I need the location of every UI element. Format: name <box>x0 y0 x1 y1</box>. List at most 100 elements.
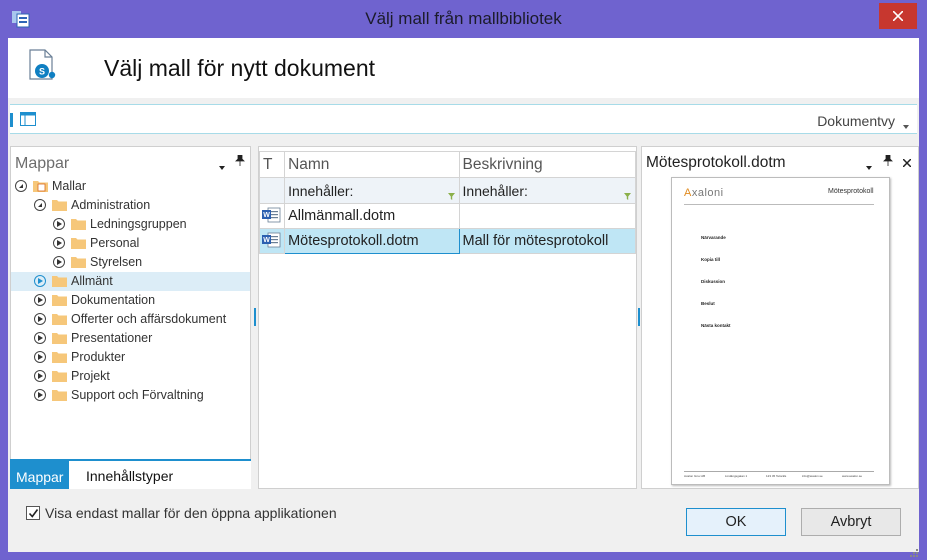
tree-item-label: Mallar <box>52 179 87 193</box>
table-row[interactable]: W Allmänmall.dotm <box>258 203 637 229</box>
tree-item[interactable]: Personal <box>11 234 250 253</box>
filter-cell-type <box>258 177 286 204</box>
cancel-button[interactable]: Avbryt <box>801 508 901 536</box>
ok-button[interactable]: OK <box>686 508 786 536</box>
tree-item-label: Produkter <box>71 350 126 364</box>
pin-icon[interactable] <box>235 154 245 169</box>
preview-footer-text: Axalon Gruv AB <box>684 474 706 478</box>
column-header-name[interactable]: Namn <box>284 151 460 178</box>
pin-icon[interactable] <box>883 154 893 169</box>
tree-item[interactable]: Allmänt <box>11 272 250 291</box>
template-description-cell[interactable] <box>458 203 637 229</box>
expand-icon[interactable] <box>53 237 65 249</box>
filter-icon[interactable] <box>447 187 455 203</box>
expand-icon[interactable] <box>53 218 65 230</box>
templates-grid: T Namn Beskrivning Innehåller: Innehålle… <box>258 151 637 254</box>
preview-footer-text: 123 45 Teloräls <box>766 474 787 478</box>
splitter-handle-right[interactable] <box>638 308 640 326</box>
expand-icon[interactable] <box>34 313 46 325</box>
svg-text:S: S <box>39 67 45 77</box>
splitter-handle-left[interactable] <box>254 308 256 326</box>
tree-item[interactable]: Dokumentation <box>11 291 250 310</box>
folder-icon <box>52 199 67 211</box>
tree-item-label: Presentationer <box>71 331 153 345</box>
column-header-type[interactable]: T <box>258 151 286 178</box>
templates-grid-panel: T Namn Beskrivning Innehåller: Innehålle… <box>258 146 637 489</box>
column-header-description[interactable]: Beskrivning <box>458 151 637 178</box>
resize-grip-icon[interactable] <box>910 545 918 560</box>
word-template-icon: W <box>262 232 281 247</box>
tree-item[interactable]: Presentationer <box>11 329 250 348</box>
tree-item[interactable]: Produkter <box>11 348 250 367</box>
filter-icon[interactable] <box>624 187 631 203</box>
tree-item[interactable]: Offerter och affärsdokument <box>11 310 250 329</box>
tree-item-label: Allmänt <box>71 274 113 288</box>
chevron-down-icon[interactable] <box>903 117 909 132</box>
tree-item[interactable]: Ledningsgruppen <box>11 215 250 234</box>
collapse-icon[interactable] <box>15 180 27 192</box>
checkmark-icon <box>28 509 39 518</box>
window-title: Välj mall från mallbibliotek <box>365 9 562 28</box>
folder-icon <box>52 370 67 382</box>
tree-item-label: Projekt <box>71 369 110 383</box>
table-row[interactable]: W Mötesprotokoll.dotm Mall för mötesprotok… <box>258 228 637 254</box>
folder-icon <box>71 237 86 249</box>
layout-toggle-icon[interactable] <box>20 112 36 129</box>
tree-item[interactable]: Styrelsen <box>11 253 250 272</box>
filter-cell-name[interactable]: Innehåller: <box>284 177 460 204</box>
folder-icon <box>52 313 67 325</box>
preview-footer-text: www.axalon.se <box>842 474 863 478</box>
template-name-cell[interactable]: Allmänmall.dotm <box>284 203 460 229</box>
tree-item[interactable]: Projekt <box>11 367 250 386</box>
folders-panel-title: Mappar <box>15 155 70 172</box>
document-view-dropdown[interactable]: Dokumentvy <box>817 113 895 129</box>
close-button[interactable] <box>879 3 917 29</box>
expand-icon[interactable] <box>34 351 46 363</box>
tree-item[interactable]: Administration <box>11 196 250 215</box>
template-name-cell[interactable]: Mötesprotokoll.dotm <box>284 228 460 254</box>
panel-menu-icon[interactable] <box>866 158 872 173</box>
preview-doc-title: Mötesprotokoll <box>828 188 874 195</box>
dialog-footer: Visa endast mallar för den öppna applika… <box>8 490 919 557</box>
tab-folders[interactable]: Mappar <box>10 461 70 489</box>
page-title: Välj mall för nytt dokument <box>104 55 376 81</box>
expand-icon[interactable] <box>34 294 46 306</box>
tree-item[interactable]: Mallar <box>11 177 250 196</box>
filter-cell-description[interactable]: Innehåller: <box>458 177 637 204</box>
folder-tree: Mallar Administration Ledningsgruppen Perso… <box>11 177 250 405</box>
left-panel-tabs: Mappar Innehållstyper <box>10 459 251 489</box>
collapse-icon[interactable] <box>34 199 46 211</box>
preview-section-heading: Nästa kontakt <box>701 323 731 328</box>
preview-header-line <box>684 204 874 205</box>
dialog-client-area: S Välj mall för nytt dokument Dokumentvy <box>8 38 919 557</box>
preview-panel: Mötesprotokoll.dotm Axaloni Mötesprotoko… <box>641 146 919 489</box>
document-preview-page: Axaloni Mötesprotokoll Närvarande Kopia t… <box>671 177 890 485</box>
logo-text: xaloni <box>691 187 724 199</box>
folder-icon <box>52 275 67 287</box>
expand-icon[interactable] <box>34 332 46 344</box>
template-description-cell[interactable]: Mall för mötesprotokoll <box>458 228 637 254</box>
toolbar: Dokumentvy <box>10 104 917 134</box>
panel-menu-icon[interactable] <box>219 158 225 173</box>
expand-icon[interactable] <box>34 370 46 382</box>
tree-item-label: Administration <box>71 198 151 212</box>
preview-footer-text: Lindängsgatan 1 <box>725 474 748 478</box>
tree-item[interactable]: Support och Förvaltning <box>11 386 250 405</box>
word-template-icon: W <box>262 207 281 222</box>
tab-content-types[interactable]: Innehållstyper <box>80 465 179 489</box>
toolbar-accent <box>10 113 13 127</box>
expand-icon[interactable] <box>53 256 65 268</box>
tree-item-label: Personal <box>90 236 140 250</box>
title-bar[interactable]: Välj mall från mallbibliotek <box>0 0 927 38</box>
folder-icon <box>52 351 67 363</box>
type-cell: W <box>258 228 286 254</box>
folder-icon <box>71 256 86 268</box>
expand-icon[interactable] <box>34 389 46 401</box>
close-icon <box>893 11 903 21</box>
applications-only-checkbox[interactable] <box>26 506 40 520</box>
close-icon[interactable] <box>902 155 912 170</box>
expand-icon[interactable] <box>34 275 46 287</box>
svg-text:W: W <box>263 237 270 244</box>
filter-description-label: Innehåller: <box>462 182 528 199</box>
applications-only-label[interactable]: Visa endast mallar för den öppna applika… <box>45 505 337 521</box>
